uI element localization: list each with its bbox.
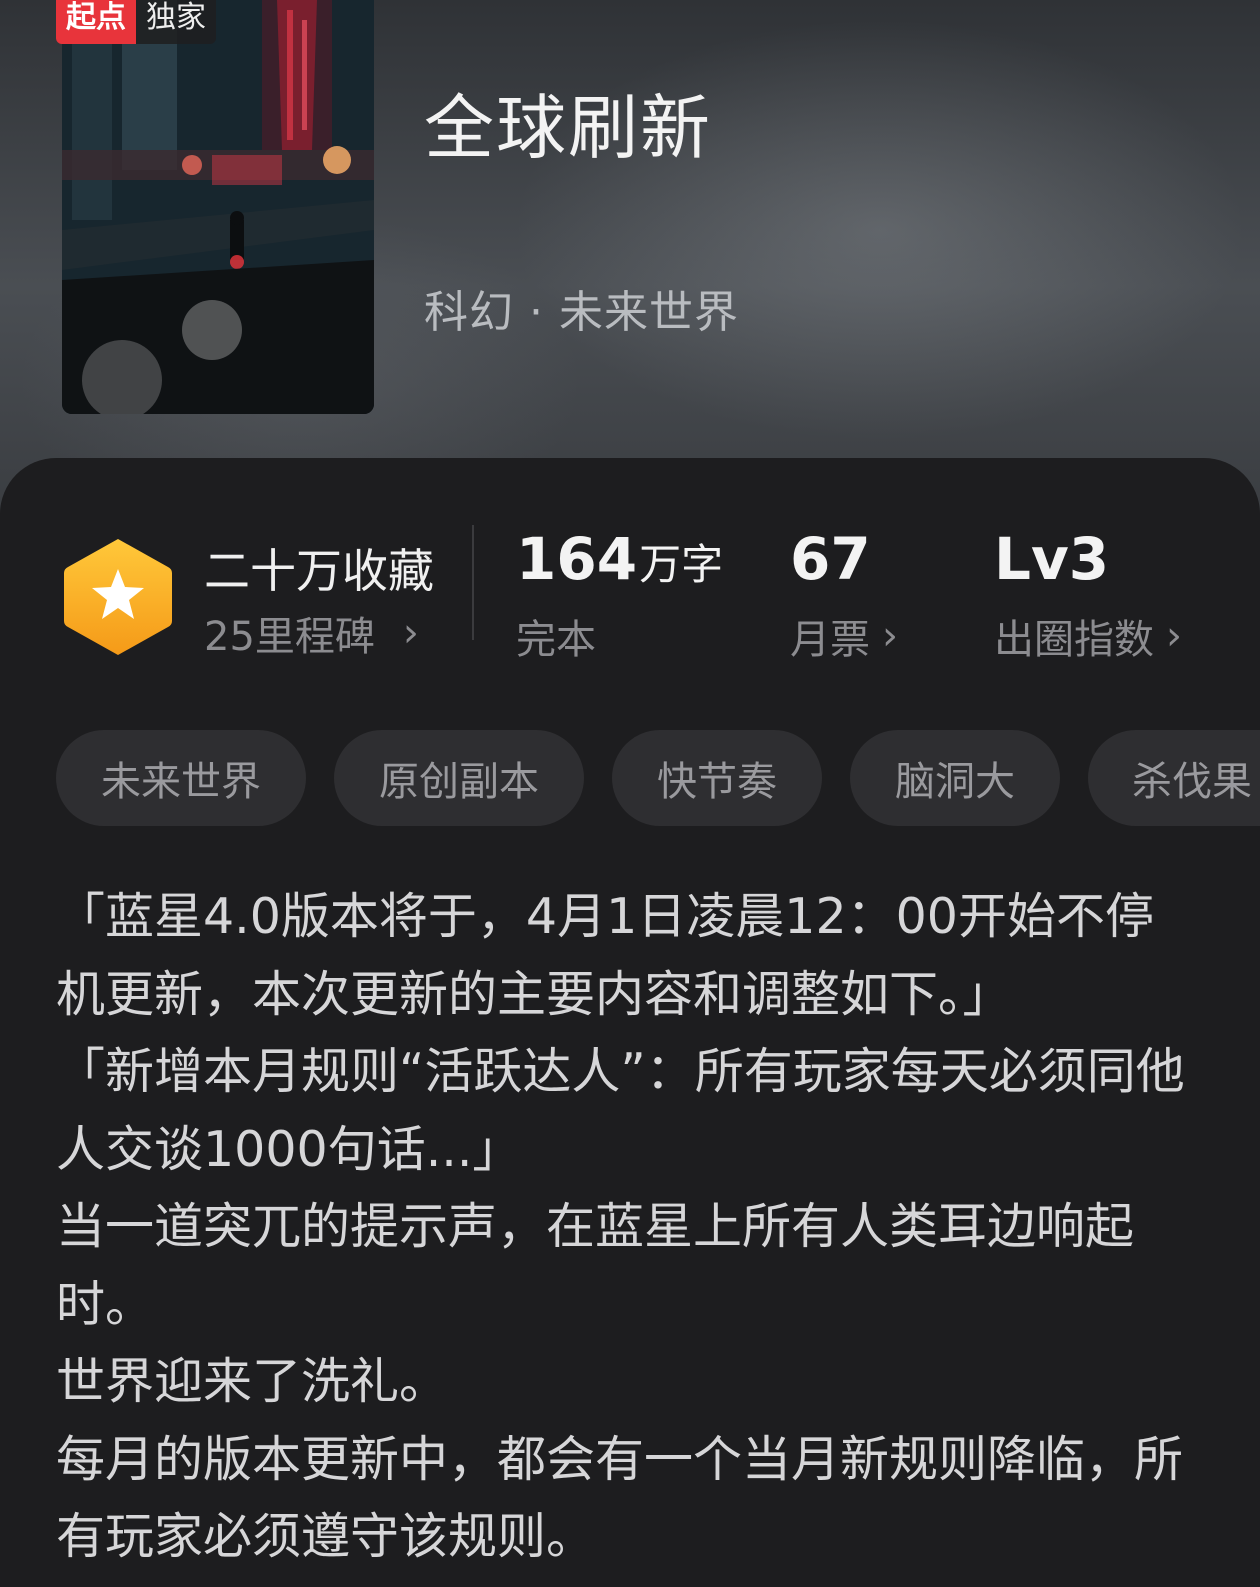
popularity-label: 出圈指数 (994, 617, 1154, 663)
exclusive-badge: 起点 独家 (56, 0, 216, 44)
stats-divider (472, 525, 474, 640)
monthly-votes-link[interactable]: 月票 › (790, 607, 898, 665)
monthly-votes-value: 67 (790, 525, 871, 593)
favorites-title[interactable]: 二十万收藏 (204, 535, 434, 601)
book-category[interactable]: 科幻 · 未来世界 (424, 276, 739, 340)
tag-chip[interactable]: 原创副本 (334, 730, 584, 826)
description-paragraph: 当一道突兀的提示声，在蓝星上所有人类耳边响起时。 (56, 1198, 1135, 1333)
tag-chip[interactable]: 快节奏 (612, 730, 822, 826)
chevron-right-icon: › (402, 610, 419, 656)
book-title: 全球刷新 (424, 87, 712, 169)
word-count: 164万字 (516, 525, 723, 593)
badge-qidian: 起点 (56, 0, 136, 44)
popularity-link[interactable]: 出圈指数 › (994, 607, 1182, 665)
milestone-link[interactable]: 25里程碑 › (204, 604, 419, 662)
monthly-votes-label: 月票 (790, 617, 870, 663)
badge-exclusive: 独家 (136, 0, 216, 44)
tag-chip[interactable]: 未来世界 (56, 730, 306, 826)
cover-artwork (62, 0, 374, 414)
milestone-label: 25里程碑 (204, 614, 375, 660)
word-count-unit: 万字 (639, 540, 724, 589)
word-count-value: 164 (516, 525, 638, 593)
tag-chip[interactable]: 脑洞大 (850, 730, 1060, 826)
book-cover[interactable] (62, 0, 374, 414)
description-paragraph: 「蓝星4.0版本将于，4月1日凌晨12：00开始不停机更新，本次更新的主要内容和… (56, 888, 1154, 1023)
chevron-right-icon: › (1166, 613, 1182, 659)
chevron-right-icon: › (882, 613, 898, 659)
description-paragraph: 每月的版本更新中，都会有一个当月新规则降临，所有玩家必须遵守该规则。 (56, 1430, 1184, 1566)
star-hexagon-icon[interactable] (62, 535, 174, 659)
description-paragraph: 「新增本月规则“活跃达人”：所有玩家每天必须同他人交谈1000句话...」 (56, 1043, 1185, 1178)
completion-status: 完本 (516, 617, 596, 663)
popularity-value: Lv3 (994, 525, 1110, 593)
book-description[interactable]: 「蓝星4.0版本将于，4月1日凌晨12：00开始不停机更新，本次更新的主要内容和… (56, 878, 1196, 1576)
tag-chip[interactable]: 杀伐果 (1088, 730, 1260, 826)
description-paragraph: 世界迎来了洗礼。 (56, 1353, 449, 1410)
